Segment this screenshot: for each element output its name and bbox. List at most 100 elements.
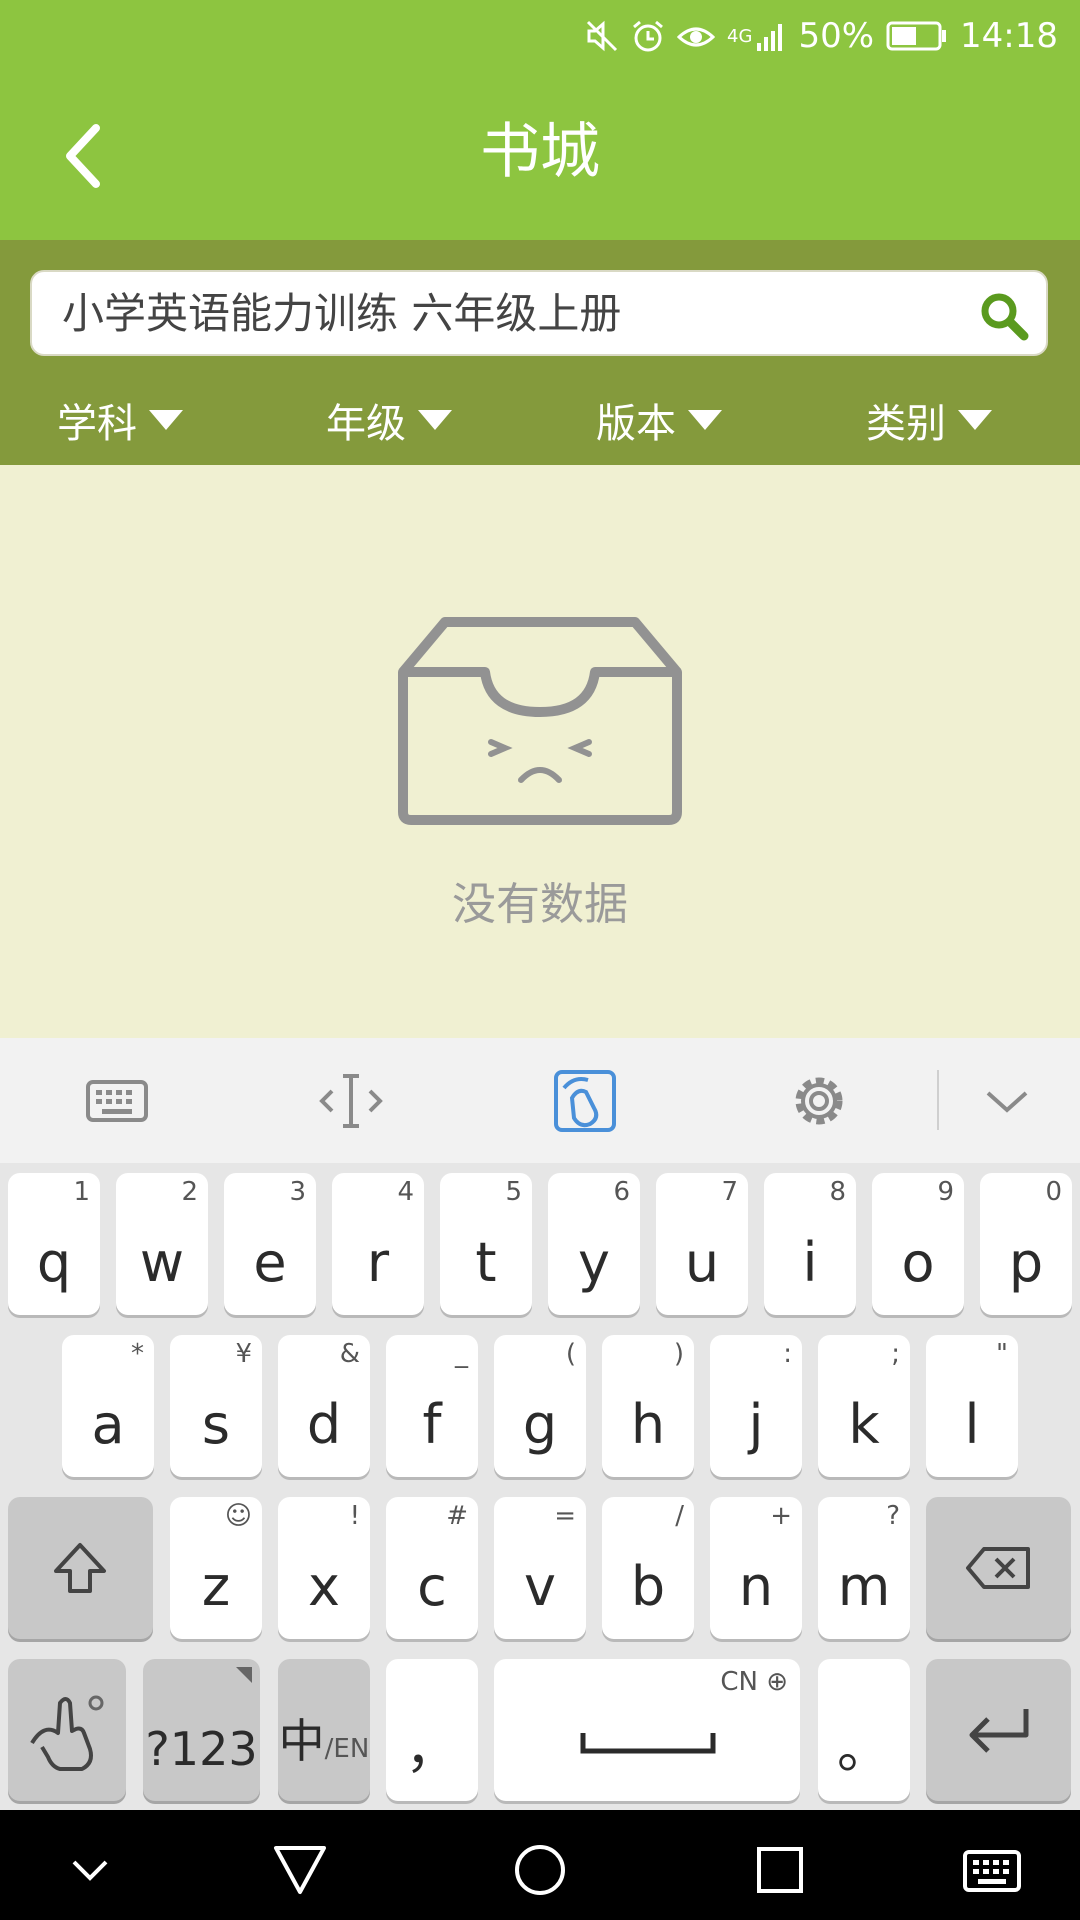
key-secondary-label: + <box>770 1501 792 1531</box>
clock: 14:18 <box>960 16 1058 56</box>
search-input[interactable]: 小学英语能力训练 六年级上册 <box>30 270 1048 356</box>
status-icons: 4G 50% 14:18 <box>585 12 1058 60</box>
key-secondary-label: 6 <box>613 1177 630 1207</box>
filter-bar: 学科 年级 版本 类别 <box>0 390 1080 450</box>
back-icon[interactable] <box>272 1842 328 1898</box>
key-secondary-label: 0 <box>1045 1177 1062 1207</box>
key-k[interactable]: ; k <box>818 1335 910 1477</box>
key-label: k <box>848 1393 880 1456</box>
space-lang-label: CN <box>720 1667 758 1697</box>
key-secondary-label: ; <box>891 1339 900 1369</box>
key-i[interactable]: 8i <box>764 1173 856 1315</box>
key-label: s <box>201 1393 231 1456</box>
lang-zh-label: 中 <box>278 1714 325 1768</box>
settings-icon[interactable] <box>786 1068 852 1134</box>
shift-key[interactable] <box>8 1497 153 1639</box>
backspace-key[interactable] <box>926 1497 1071 1639</box>
key-label: r <box>366 1231 390 1294</box>
key-z[interactable]: ☺ z <box>170 1497 262 1639</box>
key-label: z <box>201 1555 231 1618</box>
key-g[interactable]: (g <box>494 1335 586 1477</box>
key-u[interactable]: 7u <box>656 1173 748 1315</box>
key-secondary-label: 1 <box>73 1177 90 1207</box>
globe-icon: ⊕ <box>766 1667 788 1697</box>
key-p[interactable]: 0p <box>980 1173 1072 1315</box>
dropdown-arrow-icon <box>958 410 992 430</box>
space-key[interactable]: CN ⊕ <box>494 1659 800 1801</box>
language-key[interactable]: 中/EN <box>278 1659 370 1801</box>
key-x[interactable]: ! x <box>278 1497 370 1639</box>
filter-category[interactable]: 类别 <box>866 390 992 450</box>
key-h[interactable]: ) h <box>602 1335 694 1477</box>
filter-subject[interactable]: 学科 <box>57 390 183 450</box>
signal-icon <box>756 19 786 53</box>
key-l[interactable]: " l <box>926 1335 1018 1477</box>
battery-icon <box>886 20 948 52</box>
key-secondary-label: ( <box>565 1339 576 1369</box>
key-j[interactable]: :j <box>710 1335 802 1477</box>
filter-grade[interactable]: 年级 <box>326 390 452 450</box>
key-secondary-label: ? <box>886 1501 900 1531</box>
collapse-icon[interactable] <box>974 1068 1040 1134</box>
filter-edition[interactable]: 版本 <box>596 390 722 450</box>
hand-gesture-icon <box>30 1695 104 1771</box>
key-label: v <box>524 1555 556 1618</box>
key-label: e <box>253 1231 287 1294</box>
search-icon[interactable] <box>978 290 1030 342</box>
backspace-icon <box>966 1547 1030 1589</box>
key-t[interactable]: 5t <box>440 1173 532 1315</box>
key-b[interactable]: / b <box>602 1497 694 1639</box>
shift-icon <box>54 1543 106 1593</box>
key-label: n <box>738 1555 774 1618</box>
key-w[interactable]: 2w <box>116 1173 208 1315</box>
recents-icon[interactable] <box>752 1842 808 1898</box>
key-c[interactable]: # c <box>386 1497 478 1639</box>
keyboard-icon[interactable] <box>84 1068 150 1134</box>
key-d[interactable]: & d <box>278 1335 370 1477</box>
key-label: x <box>308 1555 340 1618</box>
home-icon[interactable] <box>512 1842 568 1898</box>
key-secondary-label: ¥ <box>235 1339 252 1369</box>
filter-category-label: 类别 <box>866 401 946 447</box>
gesture-key[interactable] <box>8 1659 126 1801</box>
touch-icon[interactable] <box>552 1068 618 1134</box>
key-o[interactable]: 9o <box>872 1173 964 1315</box>
key-r[interactable]: 4r <box>332 1173 424 1315</box>
numbers-key[interactable]: ?123 <box>143 1659 260 1801</box>
filter-edition-label: 版本 <box>596 401 676 447</box>
toolbar-divider <box>937 1070 939 1130</box>
key-a[interactable]: * a <box>62 1335 154 1477</box>
eye-icon <box>677 19 716 53</box>
space-key-sub: CN ⊕ <box>720 1667 788 1697</box>
filter-subject-label: 学科 <box>57 401 137 447</box>
key-secondary-label: 7 <box>721 1177 738 1207</box>
key-secondary-label: & <box>339 1339 360 1369</box>
app-bar: 书城 <box>0 72 1080 240</box>
key-secondary-label: 9 <box>937 1177 954 1207</box>
key-label: j <box>748 1393 764 1456</box>
key-v[interactable]: = v <box>494 1497 586 1639</box>
key-label: p <box>1008 1231 1044 1294</box>
comma-key[interactable]: ， <box>386 1659 478 1801</box>
key-m[interactable]: ? m <box>818 1497 910 1639</box>
keyboard-switch-icon[interactable] <box>962 1842 1022 1898</box>
key-secondary-label: : <box>783 1339 792 1369</box>
key-y[interactable]: 6y <box>548 1173 640 1315</box>
key-secondary-label: 8 <box>829 1177 846 1207</box>
key-n[interactable]: + n <box>710 1497 802 1639</box>
key-q[interactable]: 1q <box>8 1173 100 1315</box>
key-secondary-label: * <box>131 1339 144 1369</box>
key-f[interactable]: _ f <box>386 1335 478 1477</box>
key-label: o <box>901 1231 935 1294</box>
key-s[interactable]: ¥ s <box>170 1335 262 1477</box>
enter-key[interactable] <box>926 1659 1071 1801</box>
key-label: a <box>91 1393 125 1456</box>
space-bar-icon <box>580 1733 716 1754</box>
period-key[interactable]: 。 <box>818 1659 910 1801</box>
cursor-icon[interactable] <box>318 1068 384 1134</box>
key-e[interactable]: 3e <box>224 1173 316 1315</box>
hide-icon[interactable] <box>62 1842 118 1898</box>
page-title: 书城 <box>480 117 600 187</box>
key-label: w <box>139 1231 185 1294</box>
dropdown-arrow-icon <box>149 410 183 430</box>
